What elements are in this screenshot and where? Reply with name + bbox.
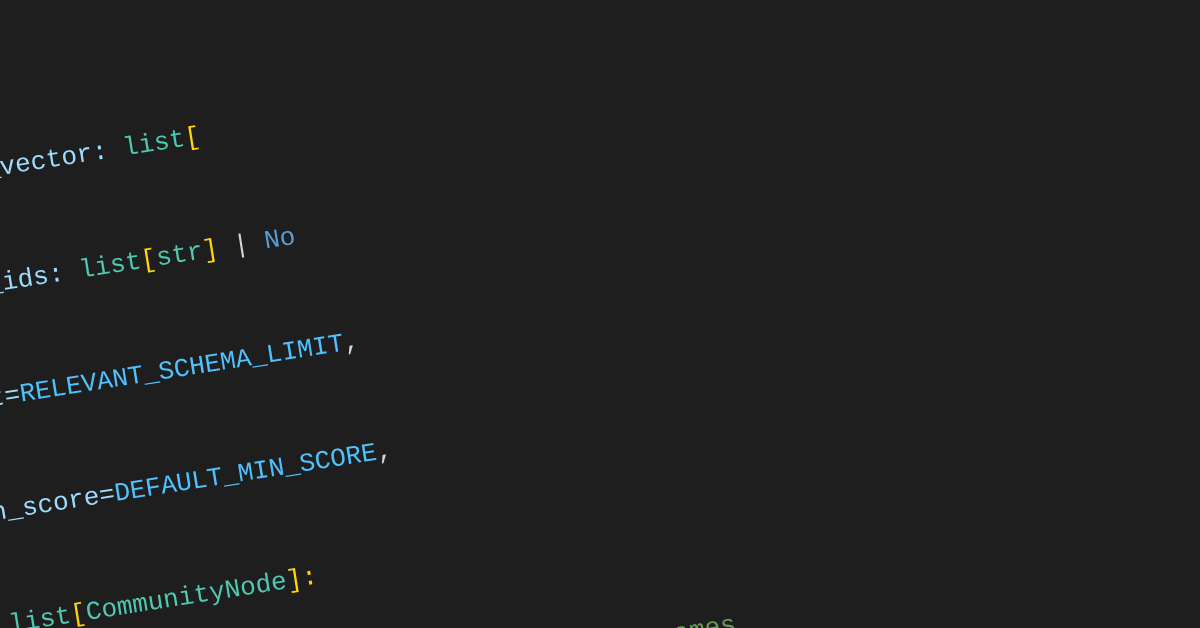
token-type: list [121, 124, 187, 163]
token-none: No [262, 221, 298, 256]
token-bracket: ]: [284, 561, 320, 596]
token-type: str [154, 236, 205, 273]
token-variable: earch_vector: [0, 134, 126, 198]
token-punct: | [216, 226, 267, 263]
token-punct: , [374, 435, 394, 467]
token-type: list [7, 600, 73, 628]
token-type: CommunityNode [84, 566, 289, 627]
token-constant: DEFAULT_MIN_SCORE [112, 437, 379, 508]
code-line[interactable]: imit=RELEVANT_SCHEMA_LIMIT, [0, 196, 1163, 426]
token-bracket: [ [183, 122, 203, 154]
code-line[interactable]: min_score=DEFAULT_MIN_SCORE, [0, 308, 1181, 538]
editor-viewport: iver, earch_vector: list[ roup_ids: list… [0, 0, 1200, 628]
code-block[interactable]: iver, earch_vector: list[ roup_ids: list… [0, 0, 1200, 628]
token-variable: min_score= [0, 479, 117, 533]
token-variable: roup_ids: [0, 256, 82, 310]
token-type: list [77, 246, 143, 285]
token-punct: , [341, 326, 361, 358]
token-constant: RELEVANT_SCHEMA_LIMIT [18, 328, 346, 409]
code-line[interactable]: roup_ids: list[str] | No [0, 84, 1146, 314]
